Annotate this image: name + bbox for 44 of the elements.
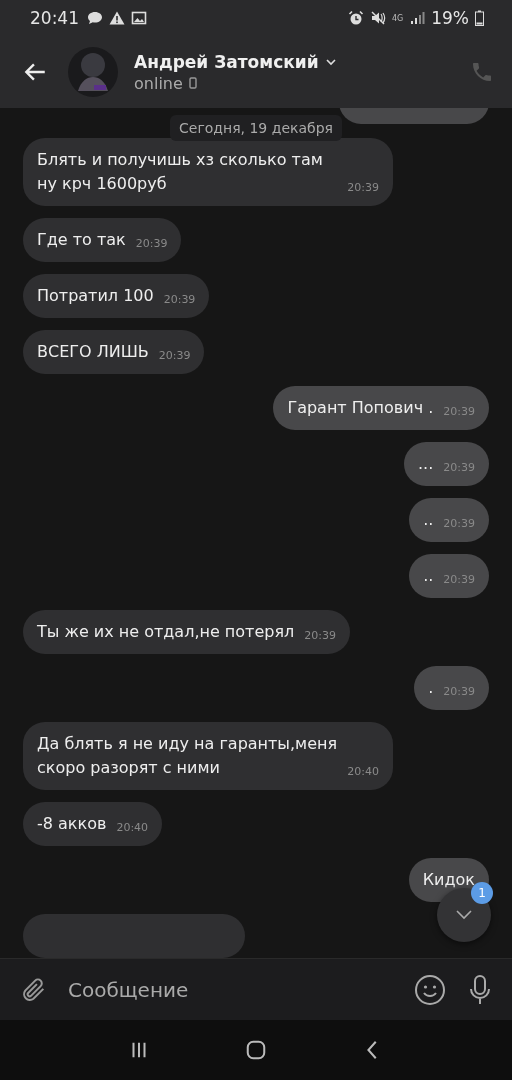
chevron-down-icon: [454, 909, 474, 921]
message-text: Ты же их не отдал,не потерял: [37, 621, 295, 643]
network-label: 4G: [391, 13, 404, 23]
message-text: ..: [423, 565, 434, 587]
clock: 20:41: [30, 8, 79, 28]
home-icon[interactable]: [245, 1039, 267, 1061]
message-time: 20:39: [443, 404, 475, 420]
message-text: Где то так: [37, 229, 126, 251]
message-time: 20:39: [158, 348, 191, 364]
contact-name[interactable]: Андрей Затомский: [134, 51, 319, 72]
online-status: online: [134, 73, 183, 93]
message-time: 20:39: [443, 572, 475, 588]
microphone-icon[interactable]: [468, 973, 492, 1006]
emoji-icon[interactable]: [414, 973, 446, 1006]
message-text: Да блять я не иду на гаранты,меня скоро разорят с ними: [37, 733, 338, 779]
chat-icon: [87, 10, 103, 26]
mute-icon: [369, 10, 386, 26]
battery-icon: [475, 10, 484, 26]
message-text: .: [428, 677, 434, 699]
warning-icon: [109, 10, 125, 26]
message-text: Гарант Попович .: [287, 397, 434, 419]
message-text: ВСЕГО ЛИШЬ: [37, 341, 149, 363]
mobile-icon: [188, 77, 197, 89]
message-text: Блять и получишь хз сколько там ну крч 1600руб: [37, 149, 324, 195]
message-time: 20:40: [116, 820, 149, 836]
message-time: 20:39: [304, 628, 336, 644]
message-time: 20:39: [347, 180, 379, 196]
message-time: 20:39: [443, 516, 475, 532]
image-icon: [131, 10, 147, 26]
message-text: ..: [423, 509, 434, 531]
message-time: 20:39: [135, 236, 168, 252]
alarm-icon: [347, 10, 364, 26]
message-text: -8 акков: [37, 813, 107, 835]
message-time: 20:40: [347, 764, 379, 780]
message-input[interactable]: Сообщение: [60, 971, 402, 1008]
message-time: 20:39: [443, 684, 475, 700]
message-time: 20:39: [443, 460, 475, 476]
message-time: 20:39: [163, 292, 196, 308]
signal-icon: [409, 10, 426, 26]
message-composer[interactable]: Сообщение: [0, 958, 512, 1020]
battery-level: 19%: [431, 8, 469, 28]
message-text: Потратил 100: [37, 285, 154, 307]
message-text: ...: [418, 453, 434, 475]
chevron-down-icon[interactable]: [324, 57, 337, 66]
